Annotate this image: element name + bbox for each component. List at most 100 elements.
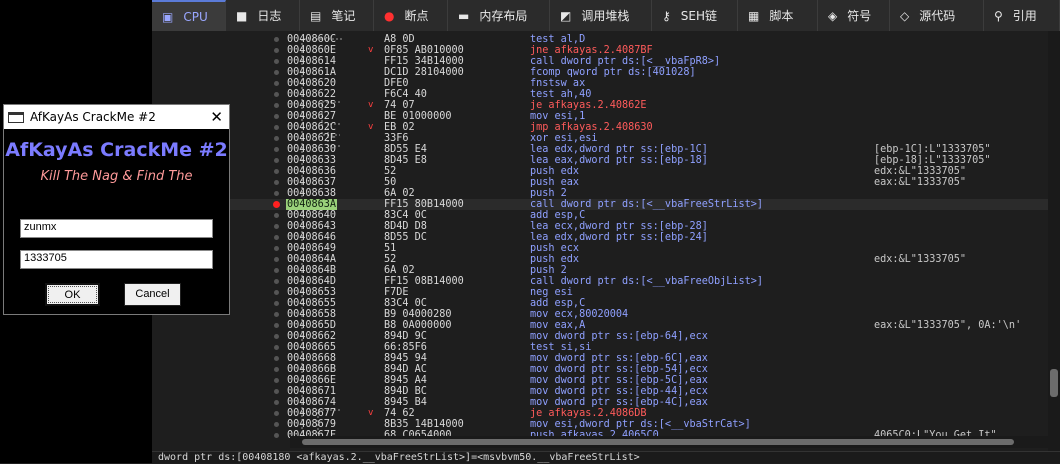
breakpoint-slot-icon[interactable] xyxy=(274,312,279,317)
row-comment: [ebp-18]:L"1333705" xyxy=(874,155,991,166)
breakpoint-slot-icon[interactable] xyxy=(274,70,279,75)
breakpoint-slot-icon[interactable] xyxy=(274,345,279,350)
breakpoint-slot-icon[interactable] xyxy=(274,136,279,141)
breakpoint-slot-icon[interactable] xyxy=(274,125,279,130)
breakpoint-slot-icon[interactable] xyxy=(274,147,279,152)
serial-input[interactable]: 1333705 xyxy=(20,250,213,269)
row-bytes: 8D55 E4 xyxy=(384,144,427,155)
disasm-row[interactable]: 00408643 8D4D D8 lea ecx,dword ptr ss:[ebp… xyxy=(152,221,1048,232)
disassembly-view[interactable]: 0040860C A8 0D test al,D 0040860E v 0F85 AB01… xyxy=(152,31,1048,451)
tab-memory[interactable]: ▬ 内存布局 xyxy=(448,0,550,31)
horizontal-scrollbar[interactable] xyxy=(290,436,1048,448)
disasm-row[interactable]: 0040860C A8 0D test al,D xyxy=(152,34,1048,45)
disasm-row[interactable]: 00408679 8B35 14B14000 mov esi,dword ptr d… xyxy=(152,419,1048,430)
breakpoint-slot-icon[interactable] xyxy=(274,389,279,394)
disasm-row[interactable]: 00408627 BE 01000000 mov esi,1 xyxy=(152,111,1048,122)
tab-log[interactable]: ■ 日志 xyxy=(226,0,300,31)
breakpoint-slot-icon[interactable] xyxy=(274,59,279,64)
disasm-row[interactable]: 00408662 894D 9C mov dword ptr ss:[ebp-64]… xyxy=(152,331,1048,342)
tab-label: 调用堆栈 xyxy=(581,9,630,23)
tab-references[interactable]: ⚲ 引用 xyxy=(984,0,1060,31)
breakpoint-slot-icon[interactable] xyxy=(274,257,279,262)
breakpoint-slot-icon[interactable] xyxy=(274,301,279,306)
disasm-row[interactable]: 0040865D B8 0A000000 mov eax,A eax:&L"13337… xyxy=(152,320,1048,331)
disasm-row[interactable]: 00408637 50 push eax eax:&L"1333705" xyxy=(152,177,1048,188)
breakpoint-slot-icon[interactable] xyxy=(274,246,279,251)
disasm-row[interactable]: 0040866B 894D AC mov dword ptr ss:[ebp-54]… xyxy=(152,364,1048,375)
disasm-row[interactable]: 00408649 51 push ecx xyxy=(152,243,1048,254)
breakpoint-slot-icon[interactable] xyxy=(274,433,279,438)
tab-label: SEH链 xyxy=(680,9,718,23)
breakpoint-slot-icon[interactable] xyxy=(274,411,279,416)
disasm-row[interactable]: 00408655 83C4 0C add esp,C xyxy=(152,298,1048,309)
breakpoint-slot-icon[interactable] xyxy=(274,103,279,108)
tab-source[interactable]: ◇ 源代码 xyxy=(890,0,984,31)
tab-notes[interactable]: ▤ 笔记 xyxy=(300,0,374,31)
disasm-row[interactable]: 0040864D FF15 08B14000 call dword ptr ds:[… xyxy=(152,276,1048,287)
breakpoint-slot-icon[interactable] xyxy=(274,367,279,372)
breakpoint-slot-icon[interactable] xyxy=(274,422,279,427)
disasm-row[interactable]: 0040862C v EB 02 jmp afkayas.2.408630 xyxy=(152,122,1048,133)
disasm-row[interactable]: 0040860E v 0F85 AB010000 jne afkayas.2.4087… xyxy=(152,45,1048,56)
dialog-titlebar[interactable]: AfKayAs CrackMe #2 ✕ xyxy=(4,105,229,129)
disasm-row[interactable]: 0040861A DC1D 28104000 fcomp qword ptr ds:… xyxy=(152,67,1048,78)
tab-seh[interactable]: ⚷ SEH链 xyxy=(652,0,738,31)
disasm-row[interactable]: 00408622 F6C4 40 test ah,40 xyxy=(152,89,1048,100)
breakpoint-slot-icon[interactable] xyxy=(274,37,279,42)
breakpoint-slot-icon[interactable] xyxy=(274,81,279,86)
disasm-row[interactable]: 0040863A FF15 80B14000 call dword ptr ds:[… xyxy=(152,199,1048,210)
breakpoint-slot-icon[interactable] xyxy=(274,378,279,383)
breakpoint-slot-icon[interactable] xyxy=(274,224,279,229)
disasm-row[interactable]: 00408668 8945 94 mov dword ptr ss:[ebp-6C]… xyxy=(152,353,1048,364)
breakpoint-slot-icon[interactable] xyxy=(274,235,279,240)
breakpoint-slot-icon[interactable] xyxy=(274,158,279,163)
disasm-row[interactable]: 0040864A 52 push edx edx:&L"1333705" xyxy=(152,254,1048,265)
disasm-row[interactable]: 00408665 66:85F6 test si,si xyxy=(152,342,1048,353)
breakpoint-slot-icon[interactable] xyxy=(274,279,279,284)
disasm-row[interactable]: 00408614 FF15 34B14000 call dword ptr ds:[… xyxy=(152,56,1048,67)
disasm-row[interactable]: 00408633 8D45 E8 lea eax,dword ptr ss:[ebp… xyxy=(152,155,1048,166)
vertical-scrollbar[interactable] xyxy=(1048,31,1060,451)
breakpoint-slot-icon[interactable] xyxy=(274,48,279,53)
disasm-row[interactable]: 00408671 894D BC mov dword ptr ss:[ebp-44]… xyxy=(152,386,1048,397)
cancel-button[interactable]: Cancel xyxy=(124,283,181,306)
disasm-row[interactable]: 00408646 8D55 DC lea edx,dword ptr ss:[ebp… xyxy=(152,232,1048,243)
tab-script[interactable]: ▦ 脚本 xyxy=(738,0,818,31)
breakpoint-slot-icon[interactable] xyxy=(274,92,279,97)
horizontal-scroll-thumb[interactable] xyxy=(302,439,1014,445)
tab-symbols[interactable]: ◈ 符号 xyxy=(818,0,890,31)
breakpoint-slot-icon[interactable] xyxy=(274,290,279,295)
disasm-row[interactable]: 00408640 83C4 0C add esp,C xyxy=(152,210,1048,221)
breakpoint-slot-icon[interactable] xyxy=(274,114,279,119)
disasm-row[interactable]: 00408630 8D55 E4 lea edx,dword ptr ss:[ebp… xyxy=(152,144,1048,155)
breakpoint-slot-icon[interactable] xyxy=(274,356,279,361)
disasm-row[interactable]: 00408658 B9 04000280 mov ecx,80020004 xyxy=(152,309,1048,320)
breakpoint-slot-icon[interactable] xyxy=(274,268,279,273)
breakpoint-slot-icon[interactable] xyxy=(274,169,279,174)
name-input[interactable]: zunmx xyxy=(20,219,213,238)
vertical-scroll-thumb[interactable] xyxy=(1050,369,1058,397)
disasm-row[interactable]: 0040864B 6A 02 push 2 xyxy=(152,265,1048,276)
disasm-row[interactable]: 00408636 52 push edx edx:&L"1333705" xyxy=(152,166,1048,177)
tab-breakpoint[interactable]: ● 断点 xyxy=(374,0,448,31)
disasm-row[interactable]: 00408677 v 74 62 je afkayas.2.4086DB xyxy=(152,408,1048,419)
breakpoint-slot-icon[interactable] xyxy=(274,191,279,196)
breakpoint-slot-icon[interactable] xyxy=(274,334,279,339)
breakpoint-slot-icon[interactable] xyxy=(274,323,279,328)
tab-callstack[interactable]: ◩ 调用堆栈 xyxy=(550,0,652,31)
breakpoint-slot-icon[interactable] xyxy=(274,180,279,185)
close-icon[interactable]: ✕ xyxy=(210,108,223,126)
breakpoint-marker-icon[interactable] xyxy=(273,201,280,208)
breakpoint-slot-icon[interactable] xyxy=(274,400,279,405)
disasm-row[interactable]: 00408625 v 74 07 je afkayas.2.40862E xyxy=(152,100,1048,111)
disasm-row[interactable]: 0040862E 33F6 xor esi,esi xyxy=(152,133,1048,144)
row-instruction: fnstsw ax xyxy=(530,78,586,89)
disasm-row[interactable]: 00408653 F7DE neg esi xyxy=(152,287,1048,298)
tab-cpu[interactable]: ▣ CPU xyxy=(152,0,226,31)
disasm-row[interactable]: 00408674 8945 B4 mov dword ptr ss:[ebp-4C]… xyxy=(152,397,1048,408)
disasm-row[interactable]: 00408620 DFE0 fnstsw ax xyxy=(152,78,1048,89)
breakpoint-slot-icon[interactable] xyxy=(274,213,279,218)
disasm-row[interactable]: 00408638 6A 02 push 2 xyxy=(152,188,1048,199)
disasm-row[interactable]: 0040866E 8945 A4 mov dword ptr ss:[ebp-5C]… xyxy=(152,375,1048,386)
ok-button[interactable]: OK xyxy=(45,283,100,306)
